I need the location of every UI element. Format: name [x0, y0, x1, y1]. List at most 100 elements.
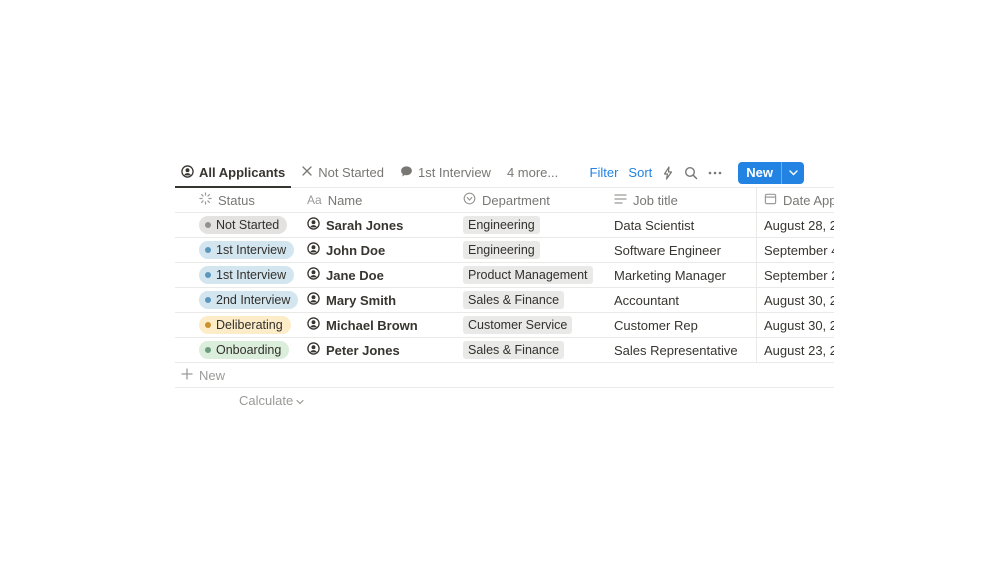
text-type-icon: Aa — [307, 193, 322, 207]
more-options-icon[interactable] — [708, 171, 722, 175]
date-applied-cell[interactable]: September 2, — [756, 263, 834, 287]
column-label: Department — [482, 192, 550, 208]
column-label: Job title — [633, 192, 678, 208]
status-cell[interactable]: 2nd Interview — [175, 288, 300, 312]
person-name: Michael Brown — [307, 317, 418, 333]
column-header-name[interactable]: Aa Name — [300, 188, 455, 212]
department-tag: Product Management — [463, 266, 593, 284]
tab-label: All Applicants — [199, 165, 286, 180]
sort-button[interactable]: Sort — [628, 165, 652, 180]
job-title-cell[interactable]: Sales Representative — [606, 338, 756, 362]
lightning-icon[interactable] — [662, 165, 674, 180]
date-text: August 28, 20 — [764, 217, 834, 233]
chevron-down-icon[interactable] — [781, 161, 804, 184]
status-spinner-icon — [199, 192, 212, 208]
select-circle-icon — [463, 192, 476, 208]
department-tag: Customer Service — [463, 316, 573, 334]
department-cell[interactable]: Customer Service — [455, 313, 606, 337]
date-applied-cell[interactable]: August 30, 20 — [756, 313, 834, 337]
speech-bubble-icon — [400, 165, 413, 181]
status-cell[interactable]: 1st Interview — [175, 238, 300, 262]
table-row[interactable]: Onboarding Peter Jones Sales & Finance Sale… — [175, 338, 834, 363]
name-cell[interactable]: Peter Jones — [300, 338, 455, 362]
name-text: Peter Jones — [326, 342, 400, 358]
status-cell[interactable]: Deliberating — [175, 313, 300, 337]
column-header-job-title[interactable]: Job title — [606, 188, 756, 212]
x-icon — [301, 165, 313, 180]
column-header-date-applied[interactable]: Date Applie — [756, 188, 834, 212]
table-row[interactable]: 1st Interview John Doe Engineering Software… — [175, 238, 834, 263]
name-text: Sarah Jones — [326, 217, 404, 233]
calculate-row: Calculate — [175, 388, 834, 412]
date-text: September 4, — [764, 242, 834, 258]
status-dot — [205, 247, 211, 253]
department-cell[interactable]: Product Management — [455, 263, 606, 287]
chevron-down-icon — [296, 393, 304, 408]
job-title-text: Marketing Manager — [614, 267, 726, 283]
new-button[interactable]: New — [738, 162, 781, 184]
name-cell[interactable]: Sarah Jones — [300, 213, 455, 237]
column-header-status[interactable]: Status — [175, 188, 300, 212]
name-text: Jane Doe — [326, 267, 384, 283]
add-row-button[interactable]: New — [175, 363, 834, 388]
table-row[interactable]: 1st Interview Jane Doe Product Management M… — [175, 263, 834, 288]
filter-button[interactable]: Filter — [590, 165, 619, 180]
search-icon[interactable] — [684, 166, 698, 180]
column-label: Status — [218, 192, 255, 208]
plus-icon — [181, 367, 193, 383]
status-label: 1st Interview — [216, 268, 287, 282]
text-lines-icon — [614, 193, 627, 208]
status-label: 2nd Interview — [216, 293, 291, 307]
person-name: Sarah Jones — [307, 217, 403, 233]
name-cell[interactable]: Mary Smith — [300, 288, 455, 312]
person-name: Peter Jones — [307, 342, 400, 358]
person-circle-icon — [307, 342, 320, 358]
status-label: Onboarding — [216, 343, 282, 357]
status-dot — [205, 272, 211, 278]
calculate-label: Calculate — [239, 392, 294, 408]
department-cell[interactable]: Engineering — [455, 213, 606, 237]
status-badge: 1st Interview — [199, 266, 295, 284]
person-name: Mary Smith — [307, 292, 396, 308]
column-header-department[interactable]: Department — [455, 188, 606, 212]
date-applied-cell[interactable]: August 28, 20 — [756, 213, 834, 237]
table-body: Not Started Sarah Jones Engineering Data Sc… — [175, 213, 834, 363]
more-views-link[interactable]: 4 more... — [501, 159, 564, 186]
job-title-cell[interactable]: Customer Rep — [606, 313, 756, 337]
status-dot — [205, 347, 211, 353]
department-cell[interactable]: Engineering — [455, 238, 606, 262]
tab-not-started[interactable]: Not Started — [295, 159, 390, 186]
table-header-row: Status Aa Name Department Job title Date… — [175, 188, 834, 213]
table-row[interactable]: Deliberating Michael Brown Customer Servic… — [175, 313, 834, 338]
status-cell[interactable]: Onboarding — [175, 338, 300, 362]
job-title-cell[interactable]: Marketing Manager — [606, 263, 756, 287]
date-applied-cell[interactable]: September 4, — [756, 238, 834, 262]
date-applied-cell[interactable]: August 23, 20 — [756, 338, 834, 362]
status-cell[interactable]: 1st Interview — [175, 263, 300, 287]
department-tag: Engineering — [463, 216, 540, 234]
status-dot — [205, 222, 211, 228]
name-text: Michael Brown — [326, 317, 418, 333]
tab-all-applicants[interactable]: All Applicants — [175, 159, 292, 188]
name-cell[interactable]: Michael Brown — [300, 313, 455, 337]
status-dot — [205, 297, 211, 303]
person-circle-icon — [307, 292, 320, 308]
calculate-button[interactable]: Calculate — [239, 393, 304, 408]
status-cell[interactable]: Not Started — [175, 213, 300, 237]
status-label: 1st Interview — [216, 243, 287, 257]
table-row[interactable]: 2nd Interview Mary Smith Sales & Finance Ac… — [175, 288, 834, 313]
job-title-cell[interactable]: Software Engineer — [606, 238, 756, 262]
department-cell[interactable]: Sales & Finance — [455, 338, 606, 362]
status-badge: 1st Interview — [199, 241, 295, 259]
date-applied-cell[interactable]: August 30, 20 — [756, 288, 834, 312]
name-cell[interactable]: Jane Doe — [300, 263, 455, 287]
table-row[interactable]: Not Started Sarah Jones Engineering Data Sc… — [175, 213, 834, 238]
job-title-cell[interactable]: Accountant — [606, 288, 756, 312]
person-circle-icon — [307, 267, 320, 283]
database-view: All Applicants Not Started 1st Interview… — [175, 159, 834, 412]
department-cell[interactable]: Sales & Finance — [455, 288, 606, 312]
job-title-cell[interactable]: Data Scientist — [606, 213, 756, 237]
name-cell[interactable]: John Doe — [300, 238, 455, 262]
more-views-label: 4 more... — [506, 165, 559, 180]
tab-1st-interview[interactable]: 1st Interview — [394, 159, 497, 186]
